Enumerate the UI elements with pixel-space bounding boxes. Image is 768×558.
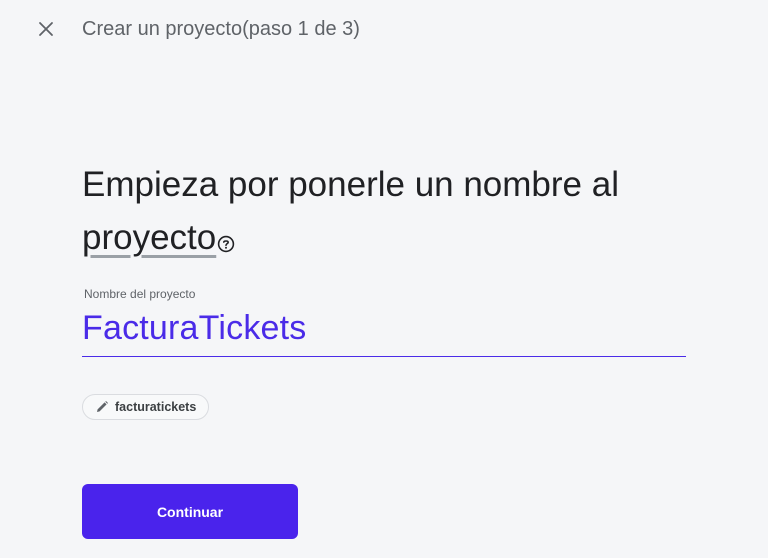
headline-term-link[interactable]: proyecto	[82, 218, 216, 257]
page-title: Crear un proyecto(paso 1 de 3)	[82, 18, 360, 40]
pencil-icon	[97, 401, 108, 412]
help-circle-icon[interactable]	[217, 215, 235, 253]
project-id-label: facturatickets	[115, 400, 197, 414]
continue-button[interactable]: Continuar	[82, 484, 298, 539]
close-button[interactable]	[34, 17, 58, 41]
top-bar: Crear un proyecto(paso 1 de 3)	[0, 0, 768, 58]
headline-text: Empieza por ponerle un nombre al	[82, 165, 619, 204]
headline: Empieza por ponerle un nombre al proyect…	[82, 158, 642, 264]
close-icon	[39, 22, 53, 36]
project-name-input[interactable]	[82, 304, 686, 352]
project-name-label: Nombre del proyecto	[84, 287, 196, 301]
project-id-chip[interactable]: facturatickets	[82, 394, 210, 420]
project-name-field-container	[82, 304, 686, 357]
